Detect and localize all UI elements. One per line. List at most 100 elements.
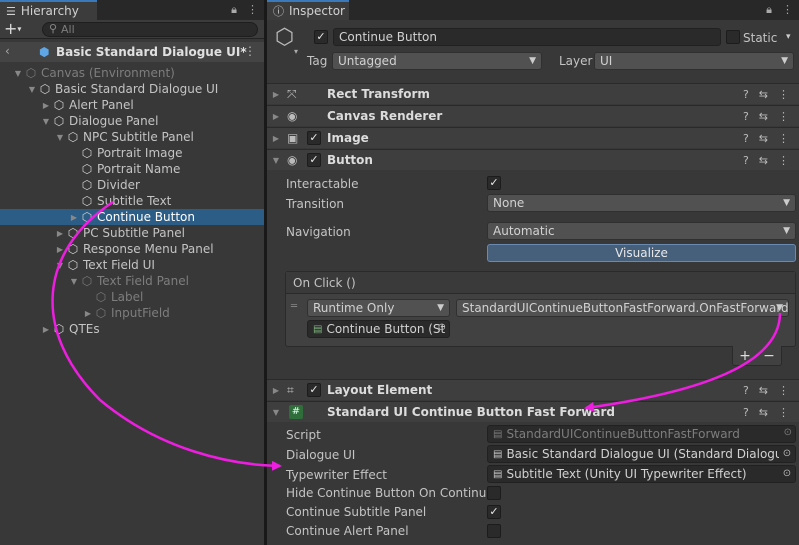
hierarchy-item[interactable]: ⬡ Portrait Name [0,161,264,177]
foldout-arrow-icon[interactable]: ▶ [270,112,282,121]
add-listener-button[interactable]: + [739,348,751,364]
presets-icon[interactable]: ⇆ [759,88,768,101]
continue-subtitle-checkbox[interactable]: ✓ [487,505,501,519]
lock-icon[interactable]: 🔒︎ [766,3,772,17]
hierarchy-item[interactable]: ⬡ Portrait Image [0,145,264,161]
layout-enabled-checkbox[interactable]: ✓ [307,383,321,397]
presets-icon[interactable]: ⇆ [759,110,768,123]
hierarchy-item[interactable]: ▶ ⬡ Response Menu Panel [0,241,264,257]
foldout-arrow-icon[interactable]: ▶ [68,213,80,222]
continue-alert-checkbox[interactable] [487,524,501,538]
hierarchy-item[interactable]: ▶ ⬡ Continue Button [0,209,264,225]
foldout-arrow-icon[interactable]: ▶ [270,90,282,99]
hierarchy-item[interactable]: ▼ ⬡ Dialogue Panel [0,113,264,129]
hierarchy-item[interactable]: ⬡ Divider [0,177,264,193]
foldout-arrow-icon[interactable]: ▼ [26,85,38,94]
runtime-dropdown[interactable]: Runtime Only ▼ [307,299,450,317]
component-menu-icon[interactable]: ⋮ [778,132,789,145]
hierarchy-item[interactable]: ▶ ⬡ InputField [0,305,264,321]
foldout-arrow-icon[interactable]: ▶ [40,325,52,334]
back-arrow-icon[interactable]: ‹ [5,44,10,58]
component-menu-icon[interactable]: ⋮ [778,110,789,123]
hierarchy-item[interactable]: ▼ ⬡ Canvas (Environment) [0,65,264,81]
object-picker-icon[interactable]: ⊙ [779,466,795,482]
static-checkbox[interactable] [726,30,740,44]
help-icon[interactable]: ? [743,384,749,397]
hierarchy-item[interactable]: ▶ ⬡ Alert Panel [0,97,264,113]
dialogue-ui-field[interactable]: ▤ Basic Standard Dialogue UI (Standard Di… [487,445,796,463]
foldout-arrow-icon[interactable]: ▼ [270,408,282,417]
remove-listener-button[interactable]: − [763,348,775,364]
image-enabled-checkbox[interactable]: ✓ [307,131,321,145]
foldout-arrow-icon[interactable]: ▶ [54,245,66,254]
foldout-arrow-icon[interactable]: ▶ [40,101,52,110]
component-layout-element[interactable]: ▶ ⌗ ✓ Layout Element ? ⇆ ⋮ [267,379,799,400]
drag-handle-icon[interactable]: ═ [291,301,297,312]
more-menu-icon[interactable]: ⋮ [247,3,258,17]
help-icon[interactable]: ? [743,88,749,101]
hierarchy-item[interactable]: ▶ ⬡ PC Subtitle Panel [0,225,264,241]
scene-header[interactable]: ‹ ⬢ Basic Standard Dialogue UI* ⋮ [0,42,264,62]
search-input[interactable]: ⚲ All [42,22,258,37]
typewriter-effect-field[interactable]: ▤ Subtitle Text (Unity UI Typewriter Effe… [487,465,796,483]
foldout-arrow-icon[interactable]: ▶ [270,134,282,143]
foldout-arrow-icon[interactable]: ▶ [82,309,94,318]
component-button[interactable]: ▼ ◉ ✓ Button ? ⇆ ⋮ [267,149,799,170]
foldout-arrow-icon[interactable]: ▼ [40,117,52,126]
foldout-arrow-icon[interactable]: ▼ [54,261,66,270]
component-menu-icon[interactable]: ⋮ [778,384,789,397]
function-dropdown[interactable]: StandardUIContinueButtonFastForward.OnFa… [456,299,789,317]
component-rect-transform[interactable]: ▶ ⤧ Rect Transform ? ⇆ ⋮ [267,83,799,104]
foldout-arrow-icon[interactable]: ▼ [12,69,24,78]
component-image[interactable]: ▶ ▣ ✓ Image ? ⇆ ⋮ [267,127,799,148]
more-menu-icon[interactable]: ⋮ [782,3,793,17]
button-enabled-checkbox[interactable]: ✓ [307,153,321,167]
help-icon[interactable]: ? [743,406,749,419]
object-name-field[interactable]: Continue Button [333,28,721,46]
presets-icon[interactable]: ⇆ [759,154,768,167]
static-dropdown-icon[interactable]: ▾ [786,32,791,42]
help-icon[interactable]: ? [743,132,749,145]
tag-dropdown[interactable]: Untagged ▼ [332,52,542,70]
component-menu-icon[interactable]: ⋮ [778,406,789,419]
hierarchy-item[interactable]: ▼ ⬡ Text Field UI [0,257,264,273]
hierarchy-item[interactable]: ▶ ⬡ QTEs [0,321,264,337]
interactable-checkbox[interactable]: ✓ [487,176,501,190]
lock-icon[interactable]: 🔒︎ [231,3,237,17]
foldout-arrow-icon[interactable]: ▼ [270,156,282,165]
component-canvas-renderer[interactable]: ▶ ◉ Canvas Renderer ? ⇆ ⋮ [267,105,799,126]
hierarchy-item[interactable]: ▼ ⬡ Basic Standard Dialogue UI [0,81,264,97]
navigation-dropdown[interactable]: Automatic ▼ [487,222,796,240]
presets-icon[interactable]: ⇆ [759,132,768,145]
layout-element-icon: ⌗ [287,382,294,397]
icon-dropdown-arrow-icon[interactable]: ▾ [294,47,298,56]
tab-hierarchy[interactable]: ☰ Hierarchy [0,0,97,20]
active-checkbox[interactable]: ✓ [314,30,328,44]
component-continue-button-fast-forward[interactable]: ▼ # Standard UI Continue Button Fast For… [267,401,799,422]
foldout-arrow-icon[interactable]: ▶ [54,229,66,238]
foldout-arrow-icon[interactable]: ▶ [270,386,282,395]
search-placeholder: All [61,23,75,36]
component-menu-icon[interactable]: ⋮ [778,154,789,167]
add-button[interactable]: +▾ [4,20,21,39]
hide-continue-checkbox[interactable] [487,486,501,500]
transition-dropdown[interactable]: None ▼ [487,194,796,212]
target-object-field[interactable]: ▤ Continue Button (St ⊙ [307,320,450,338]
hierarchy-item[interactable]: ⬡ Label [0,289,264,305]
hierarchy-item[interactable]: ⬡ Subtitle Text [0,193,264,209]
visualize-button[interactable]: Visualize [487,244,796,262]
presets-icon[interactable]: ⇆ [759,384,768,397]
help-icon[interactable]: ? [743,110,749,123]
object-picker-icon[interactable]: ⊙ [779,446,795,462]
presets-icon[interactable]: ⇆ [759,406,768,419]
tab-inspector[interactable]: ⓘ Inspector [267,0,349,20]
hierarchy-item[interactable]: ▼ ⬡ NPC Subtitle Panel [0,129,264,145]
layer-dropdown[interactable]: UI ▼ [594,52,794,70]
component-menu-icon[interactable]: ⋮ [778,88,789,101]
hierarchy-item[interactable]: ▼ ⬡ Text Field Panel [0,273,264,289]
foldout-arrow-icon[interactable]: ▼ [68,277,80,286]
foldout-arrow-icon[interactable]: ▼ [54,133,66,142]
scene-menu-icon[interactable]: ⋮ [244,44,256,58]
object-picker-icon[interactable]: ⊙ [438,322,446,333]
help-icon[interactable]: ? [743,154,749,167]
